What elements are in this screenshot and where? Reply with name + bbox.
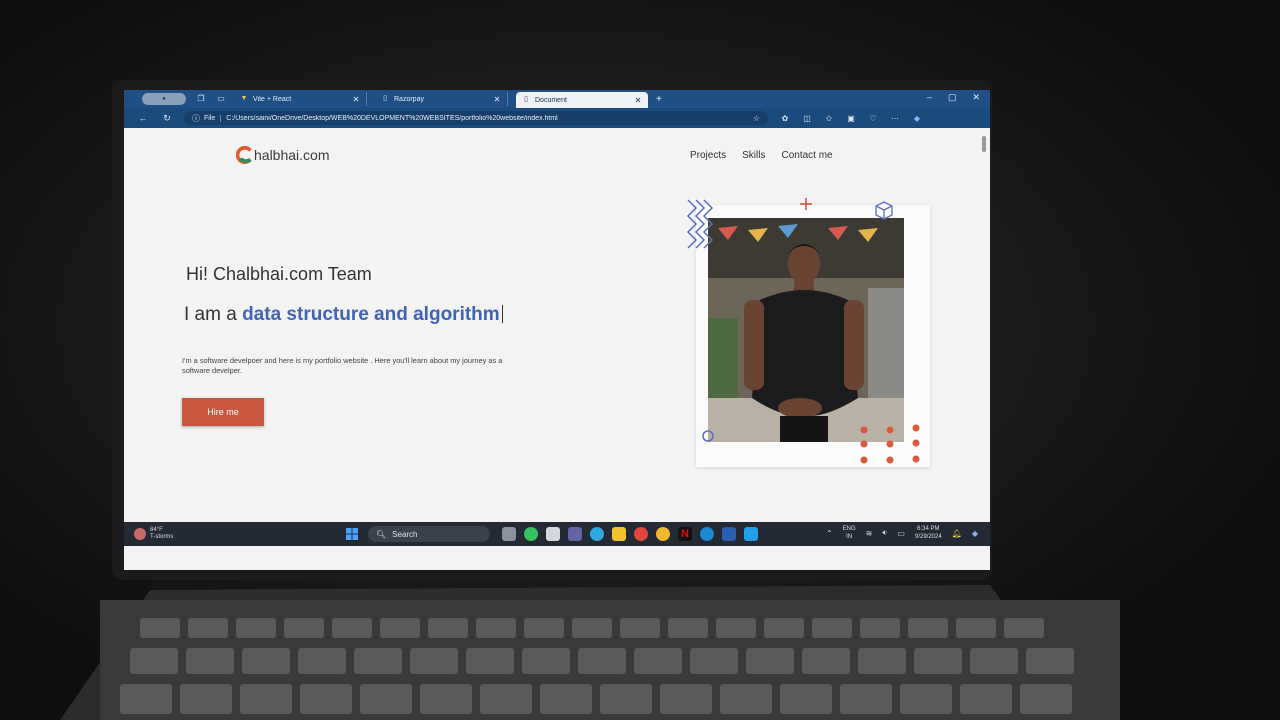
- file-explorer-icon[interactable]: [612, 527, 626, 541]
- split-screen-icon[interactable]: ◫: [802, 114, 812, 123]
- laptop-keyboard: [100, 600, 1120, 720]
- chrome-canary-icon[interactable]: [656, 527, 670, 541]
- vscode-icon[interactable]: [744, 527, 758, 541]
- laptop-photo-scene: ● ❐ ▭ ▼ Vite + React ✕ ▯ Razorpay ✕ ▯ Do…: [0, 0, 1280, 720]
- favorite-star-icon[interactable]: ☆: [753, 114, 760, 123]
- browser-essentials-icon[interactable]: ♡: [868, 114, 878, 123]
- clock[interactable]: 6:34 PM 9/29/2024: [915, 525, 942, 541]
- url-text[interactable]: C:/Users/saini/OneDrive/Desktop/WEB%20DE…: [226, 115, 753, 122]
- task-view-icon[interactable]: [502, 527, 516, 541]
- profile-button[interactable]: ●: [142, 93, 186, 105]
- back-icon[interactable]: ←: [138, 113, 148, 123]
- notification-bell-icon[interactable]: 🔔︎: [952, 529, 962, 538]
- copilot-icon[interactable]: ◆: [912, 114, 922, 123]
- clock-time: 6:34 PM: [917, 526, 940, 532]
- windows-start-icon[interactable]: [346, 528, 358, 540]
- clock-date: 9/29/2024: [914, 534, 942, 540]
- collections-icon[interactable]: ▣: [846, 114, 856, 123]
- chrome-icon[interactable]: [634, 527, 648, 541]
- lang-top: ENG: [842, 526, 856, 532]
- photo-decoration: [686, 198, 920, 464]
- greeting-heading: Hi! Chalbhai.com Team: [186, 264, 372, 284]
- lang-bottom: IN: [846, 534, 853, 540]
- page-icon: ▯: [383, 95, 387, 102]
- language-indicator[interactable]: ENG IN: [843, 525, 856, 541]
- site-nav: Projects Skills Contact me: [690, 150, 833, 161]
- logo-c-icon: [236, 146, 252, 164]
- tab-title: Document: [535, 96, 567, 104]
- system-tray: ⌃ ENG IN ≋ 🔉︎ ▭ 6:34 PM 9/29/2024 🔔︎ ◆: [826, 525, 978, 541]
- scheme-label: File: [204, 114, 222, 122]
- address-bar[interactable]: ⓘ File C:/Users/saini/OneDrive/Desktop/W…: [184, 111, 768, 125]
- chevron-up-icon[interactable]: ⌃: [826, 529, 833, 538]
- store-icon[interactable]: [546, 527, 560, 541]
- tab-title: Razorpay: [394, 95, 424, 103]
- extensions-icon[interactable]: ✿: [780, 114, 790, 123]
- taskbar-search[interactable]: 🔍︎ Search: [368, 526, 490, 542]
- search-icon: 🔍︎: [376, 529, 387, 539]
- wifi-icon[interactable]: ≋: [866, 529, 873, 538]
- hire-me-button[interactable]: Hire me: [182, 398, 264, 426]
- word-icon[interactable]: [722, 527, 736, 541]
- close-icon[interactable]: ✕: [634, 96, 642, 105]
- storm-icon: [134, 528, 146, 540]
- browser-tab-strip: ● ❐ ▭ ▼ Vite + React ✕ ▯ Razorpay ✕ ▯ Do…: [124, 90, 990, 108]
- tab-document[interactable]: ▯ Document ✕: [516, 92, 648, 108]
- windows-taskbar: 84°F T-storms 🔍︎ Search N ⌃ ENG IN ≋ 🔉︎ …: [124, 522, 990, 546]
- volume-icon[interactable]: 🔉︎: [882, 528, 887, 538]
- weather-widget[interactable]: 84°F T-storms: [134, 527, 173, 541]
- weather-desc: T-storms: [150, 534, 174, 540]
- page-icon: ▯: [524, 96, 528, 103]
- netflix-icon[interactable]: N: [678, 527, 692, 541]
- role-typed-text: data structure and algorithm: [242, 304, 500, 325]
- vite-logo-icon: ▼: [240, 95, 248, 102]
- avatar-icon: ●: [162, 96, 166, 102]
- tab-vite-react[interactable]: ▼ Vite + React ✕: [234, 92, 367, 106]
- whatsapp-icon[interactable]: [524, 527, 538, 541]
- tab-razorpay[interactable]: ▯ Razorpay ✕: [375, 92, 508, 106]
- logo-text: halbhai.com: [254, 147, 330, 163]
- typing-caret: [501, 305, 503, 323]
- bio-paragraph: I'm a software develpoer and here is my …: [182, 356, 503, 375]
- refresh-icon[interactable]: ↻: [162, 113, 172, 124]
- info-icon[interactable]: ⓘ: [192, 113, 200, 124]
- more-menu-icon[interactable]: ⋯: [890, 114, 900, 123]
- minimize-icon[interactable]: –: [927, 92, 932, 103]
- site-logo[interactable]: halbhai.com: [236, 146, 330, 164]
- role-heading: I am a data structure and algorithm: [184, 304, 503, 326]
- tab-title: Vite + React: [253, 95, 292, 103]
- edge-icon[interactable]: [590, 527, 604, 541]
- page-scrollbar[interactable]: [982, 136, 986, 152]
- nav-projects[interactable]: Projects: [690, 150, 726, 161]
- workspaces-icon[interactable]: ❐: [196, 94, 206, 104]
- favorites-icon[interactable]: ✩: [824, 114, 834, 123]
- edge-active-icon[interactable]: [700, 527, 714, 541]
- weather-temp: 84°F: [150, 527, 163, 533]
- tab-actions-icon[interactable]: ▭: [216, 94, 226, 104]
- nav-contact[interactable]: Contact me: [781, 150, 832, 161]
- search-label: Search: [392, 529, 418, 539]
- nav-skills[interactable]: Skills: [742, 150, 765, 161]
- maximize-icon[interactable]: ▢: [948, 92, 957, 103]
- battery-icon[interactable]: ▭: [897, 529, 905, 538]
- window-close-icon[interactable]: ✕: [972, 92, 980, 103]
- browser-toolbar: ← ↻ ⓘ File C:/Users/saini/OneDrive/Deskt…: [124, 108, 990, 128]
- close-icon[interactable]: ✕: [352, 95, 360, 104]
- close-icon[interactable]: ✕: [493, 95, 501, 104]
- new-tab-button[interactable]: +: [656, 94, 662, 105]
- window-controls: – ▢ ✕: [927, 92, 980, 103]
- teams-icon[interactable]: [568, 527, 582, 541]
- portfolio-page: halbhai.com Projects Skills Contact me H…: [124, 128, 990, 570]
- taskbar-apps: N: [502, 527, 758, 541]
- copilot-taskbar-icon[interactable]: ◆: [972, 529, 978, 538]
- laptop-screen: ● ❐ ▭ ▼ Vite + React ✕ ▯ Razorpay ✕ ▯ Do…: [124, 90, 990, 570]
- role-prefix: I am a: [184, 304, 243, 325]
